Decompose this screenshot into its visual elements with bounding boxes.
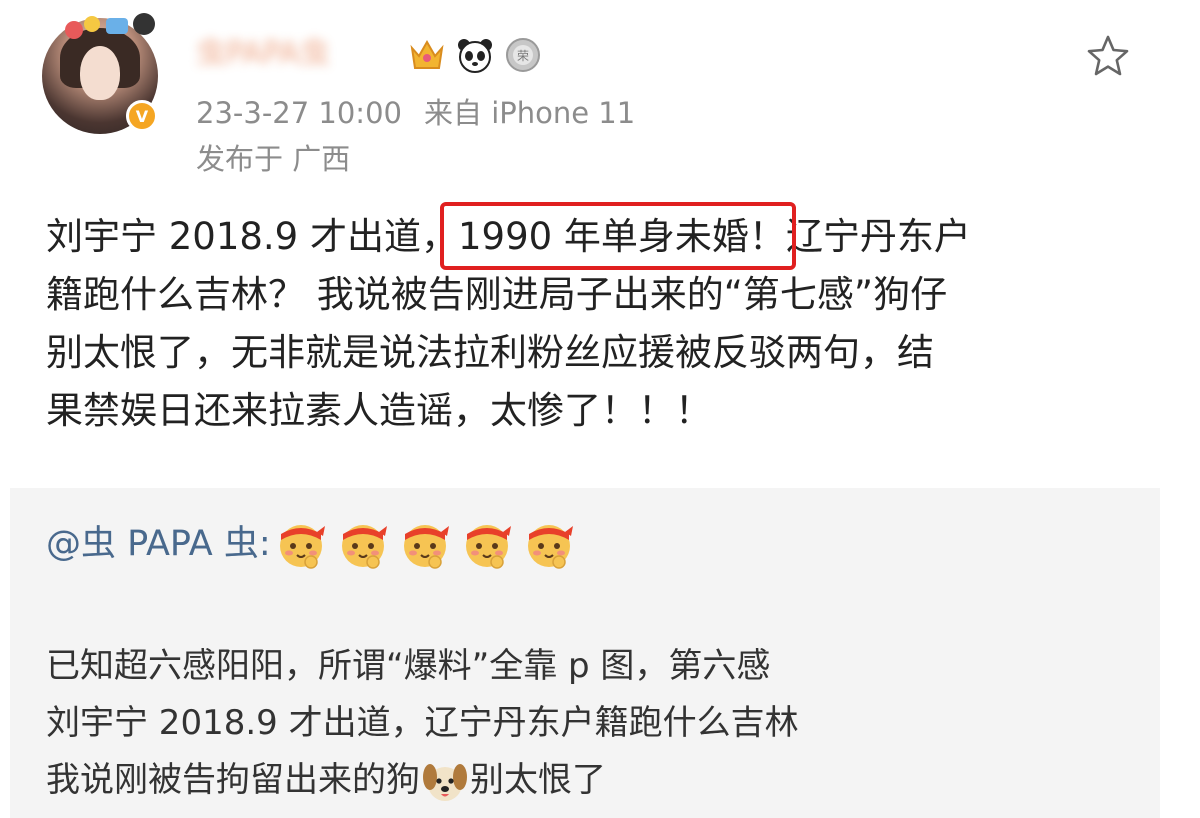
- post-line: 籍跑什么吉林？ 我说被告刚进局子出来的“第七感”狗仔: [46, 273, 948, 316]
- avatar[interactable]: V: [42, 13, 158, 134]
- fighting-emoji-icon: [341, 525, 387, 569]
- post-body: 刘宇宁 2018.9 才出道，1990 年单身未婚！辽宁丹东户 籍跑什么吉林？ …: [46, 202, 1146, 440]
- dog-emoji-icon: [423, 763, 467, 801]
- svg-text:荣: 荣: [517, 49, 529, 63]
- mention-link[interactable]: @虫 PAPA 虫:: [46, 519, 271, 569]
- post-line: 别太恨了，无非就是说法拉利粉丝应援被反驳两句，结: [46, 331, 934, 374]
- post-location: 发布于 广西: [196, 142, 351, 176]
- emoji-row: [275, 518, 575, 570]
- avatar-frame-decoration-icon: [65, 13, 155, 39]
- post-line: 刘宇宁 2018.9 才出道，1990 年单身未婚！辽宁丹东户: [46, 202, 1146, 270]
- quoted-line: 我说刚被告拘留出来的狗 别太恨了: [46, 752, 799, 809]
- verified-v-icon: V: [126, 100, 158, 132]
- post-line: 果禁娱日还来拉素人造谣，太惨了！！！: [46, 389, 712, 432]
- quoted-line: 刘宇宁 2018.9 才出道，辽宁丹东户籍跑什么吉林: [46, 703, 799, 743]
- post-source[interactable]: 来自 iPhone 11: [424, 96, 635, 130]
- medal-badge-icon: 荣: [504, 36, 542, 74]
- quoted-line: 已知超六感阳阳，所谓“爆料”全靠 p 图，第六感: [46, 646, 771, 686]
- fighting-emoji-icon: [527, 525, 573, 569]
- favorite-star-icon[interactable]: [1086, 34, 1130, 78]
- quoted-text: 已知超六感阳阳，所谓“爆料”全靠 p 图，第六感 刘宇宁 2018.9 才出道，…: [46, 638, 799, 809]
- post-meta: 23-3-27 10:00 来自 iPhone 11: [196, 94, 635, 132]
- username[interactable]: 虫PAPA虫: [196, 34, 410, 74]
- fighting-emoji-icon: [403, 525, 449, 569]
- quoted-mention-line: @虫 PAPA 虫:: [46, 518, 575, 570]
- panda-badge-icon: [456, 36, 494, 74]
- user-badges: 荣: [408, 36, 542, 76]
- fighting-emoji-icon: [465, 525, 511, 569]
- post-timestamp: 23-3-27 10:00: [196, 96, 402, 130]
- fighting-emoji-icon: [279, 525, 325, 569]
- highlighted-text: 1990 年单身未婚！: [440, 202, 796, 270]
- crown-badge-icon: [408, 36, 446, 74]
